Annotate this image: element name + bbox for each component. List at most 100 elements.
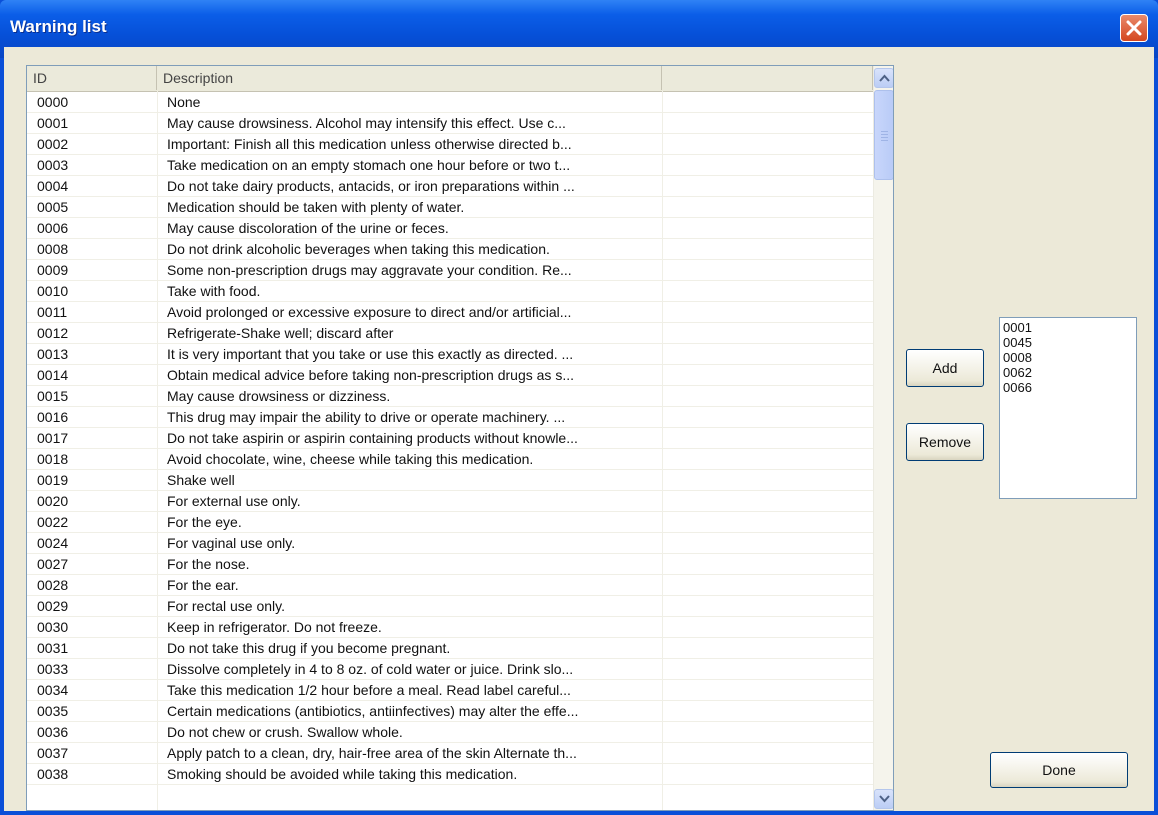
row-description-cell: May cause discoloration of the urine or … xyxy=(167,220,449,236)
row-description-cell: Do not take aspirin or aspirin containin… xyxy=(167,430,578,446)
table-row[interactable]: 0024 For vaginal use only. xyxy=(27,533,873,554)
close-x-icon xyxy=(1126,20,1142,36)
table-row[interactable]: 0002 Important: Finish all this medicatio… xyxy=(27,134,873,155)
table-row[interactable]: 0006 May cause discoloration of the urine… xyxy=(27,218,873,239)
table-row[interactable]: 0020 For external use only. xyxy=(27,491,873,512)
row-description-cell: For external use only. xyxy=(167,493,301,509)
table-row[interactable]: 0013 It is very important that you take o… xyxy=(27,344,873,365)
column-header-extra[interactable] xyxy=(662,66,873,90)
row-id-cell: 0010 xyxy=(37,283,69,299)
table-row[interactable]: 0031 Do not take this drug if you become … xyxy=(27,638,873,659)
remove-button[interactable]: Remove xyxy=(906,423,984,461)
table-row[interactable]: 0037 Apply patch to a clean, dry, hair-fr… xyxy=(27,743,873,764)
scroll-thumb[interactable] xyxy=(874,90,893,180)
table-row[interactable]: 0003 Take medication on an empty stomach … xyxy=(27,155,873,176)
row-id-cell: 0001 xyxy=(37,115,69,131)
table-row[interactable]: 0008 Do not drink alcoholic beverages whe… xyxy=(27,239,873,260)
table-row[interactable]: 0017 Do not take aspirin or aspirin conta… xyxy=(27,428,873,449)
table-row[interactable]: 0011 Avoid prolonged or excessive exposur… xyxy=(27,302,873,323)
vertical-scrollbar[interactable] xyxy=(873,66,893,810)
table-row[interactable]: 0010 Take with food. xyxy=(27,281,873,302)
thumb-grip xyxy=(881,140,888,141)
table-row[interactable]: 0009 Some non-prescription drugs may aggr… xyxy=(27,260,873,281)
table-row[interactable]: 0030 Keep in refrigerator. Do not freeze. xyxy=(27,617,873,638)
row-id-cell: 0015 xyxy=(37,388,69,404)
row-id-cell: 0006 xyxy=(37,220,69,236)
thumb-grip xyxy=(881,131,888,132)
row-id-cell: 0022 xyxy=(37,514,69,530)
row-description-cell: Shake well xyxy=(167,472,235,488)
row-description-cell: May cause drowsiness. Alcohol may intens… xyxy=(167,115,566,131)
table-row[interactable]: 0005 Medication should be taken with plen… xyxy=(27,197,873,218)
row-id-cell: 0033 xyxy=(37,661,69,677)
row-id-cell: 0017 xyxy=(37,430,69,446)
row-id-cell: 0012 xyxy=(37,325,69,341)
row-description-cell: Take this medication 1/2 hour before a m… xyxy=(167,682,571,698)
table-row[interactable]: 0012 Refrigerate-Shake well; discard afte… xyxy=(27,323,873,344)
selected-list-item[interactable]: 0045 xyxy=(1000,335,1136,350)
row-description-cell: Apply patch to a clean, dry, hair-free a… xyxy=(167,745,577,761)
row-description-cell: Avoid chocolate, wine, cheese while taki… xyxy=(167,451,534,467)
warning-list-window: Warning list ID Description 0000 None 0001… xyxy=(0,0,1158,815)
row-description-cell: Do not take this drug if you become preg… xyxy=(167,640,451,656)
row-description-cell: Take medication on an empty stomach one … xyxy=(167,157,571,173)
row-description-cell: Obtain medical advice before taking non-… xyxy=(167,367,574,383)
row-id-cell: 0036 xyxy=(37,724,69,740)
column-header-description[interactable]: Description xyxy=(157,66,662,90)
row-description-cell: For the ear. xyxy=(167,577,239,593)
table-row[interactable]: 0000 None xyxy=(27,92,873,113)
scroll-down-button[interactable] xyxy=(874,789,893,809)
row-description-cell: May cause drowsiness or dizziness. xyxy=(167,388,391,404)
row-description-cell: Take with food. xyxy=(167,283,261,299)
window-title: Warning list xyxy=(10,17,107,36)
row-id-cell: 0030 xyxy=(37,619,69,635)
row-description-cell: For rectal use only. xyxy=(167,598,286,614)
selected-list-item[interactable]: 0066 xyxy=(1000,380,1136,395)
row-description-cell: For the eye. xyxy=(167,514,242,530)
table-row[interactable]: 0014 Obtain medical advice before taking … xyxy=(27,365,873,386)
table-row[interactable]: 0018 Avoid chocolate, wine, cheese while … xyxy=(27,449,873,470)
table-row[interactable]: 0028 For the ear. xyxy=(27,575,873,596)
row-description-cell: For vaginal use only. xyxy=(167,535,296,551)
row-description-cell: None xyxy=(167,94,201,110)
table-row[interactable]: 0016 This drug may impair the ability to … xyxy=(27,407,873,428)
row-description-cell: Avoid prolonged or excessive exposure to… xyxy=(167,304,572,320)
table-row[interactable]: 0015 May cause drowsiness or dizziness. xyxy=(27,386,873,407)
row-id-cell: 0011 xyxy=(37,304,68,320)
selected-list-item[interactable]: 0062 xyxy=(1000,365,1136,380)
dialog-body: ID Description 0000 None 0001 May cause dro… xyxy=(4,47,1154,811)
list-rows: 0000 None 0001 May cause drowsiness. Alcoho… xyxy=(27,92,873,785)
warning-listview[interactable]: ID Description 0000 None 0001 May cause dro… xyxy=(26,65,894,811)
thumb-grip xyxy=(881,137,888,138)
row-description-cell: Do not take dairy products, antacids, or… xyxy=(167,178,575,194)
row-id-cell: 0019 xyxy=(37,472,69,488)
table-row[interactable]: 0022 For the eye. xyxy=(27,512,873,533)
table-row[interactable]: 0029 For rectal use only. xyxy=(27,596,873,617)
add-button[interactable]: Add xyxy=(906,349,984,387)
table-row[interactable]: 0019 Shake well xyxy=(27,470,873,491)
selected-list-item[interactable]: 0001 xyxy=(1000,320,1136,335)
scroll-up-button[interactable] xyxy=(874,68,893,88)
row-id-cell: 0016 xyxy=(37,409,69,425)
row-id-cell: 0008 xyxy=(37,241,69,257)
close-button[interactable] xyxy=(1120,14,1148,42)
row-id-cell: 0029 xyxy=(37,598,69,614)
column-header-id[interactable]: ID xyxy=(27,66,157,90)
row-id-cell: 0014 xyxy=(37,367,69,383)
table-row[interactable]: 0036 Do not chew or crush. Swallow whole. xyxy=(27,722,873,743)
selected-warnings-list[interactable]: 0001 0045 0008 0062 0066 xyxy=(999,317,1137,499)
done-button[interactable]: Done xyxy=(990,752,1128,788)
table-row[interactable]: 0001 May cause drowsiness. Alcohol may in… xyxy=(27,113,873,134)
selected-list-item[interactable]: 0008 xyxy=(1000,350,1136,365)
row-description-cell: Dissolve completely in 4 to 8 oz. of col… xyxy=(167,661,574,677)
table-row[interactable]: 0035 Certain medications (antibiotics, an… xyxy=(27,701,873,722)
table-row[interactable]: 0034 Take this medication 1/2 hour before… xyxy=(27,680,873,701)
row-id-cell: 0028 xyxy=(37,577,69,593)
row-id-cell: 0031 xyxy=(37,640,69,656)
table-row[interactable]: 0004 Do not take dairy products, antacids… xyxy=(27,176,873,197)
table-row[interactable]: 0038 Smoking should be avoided while taki… xyxy=(27,764,873,785)
table-row[interactable]: 0033 Dissolve completely in 4 to 8 oz. of… xyxy=(27,659,873,680)
row-description-cell: Do not drink alcoholic beverages when ta… xyxy=(167,241,550,257)
row-id-cell: 0037 xyxy=(37,745,69,761)
table-row[interactable]: 0027 For the nose. xyxy=(27,554,873,575)
